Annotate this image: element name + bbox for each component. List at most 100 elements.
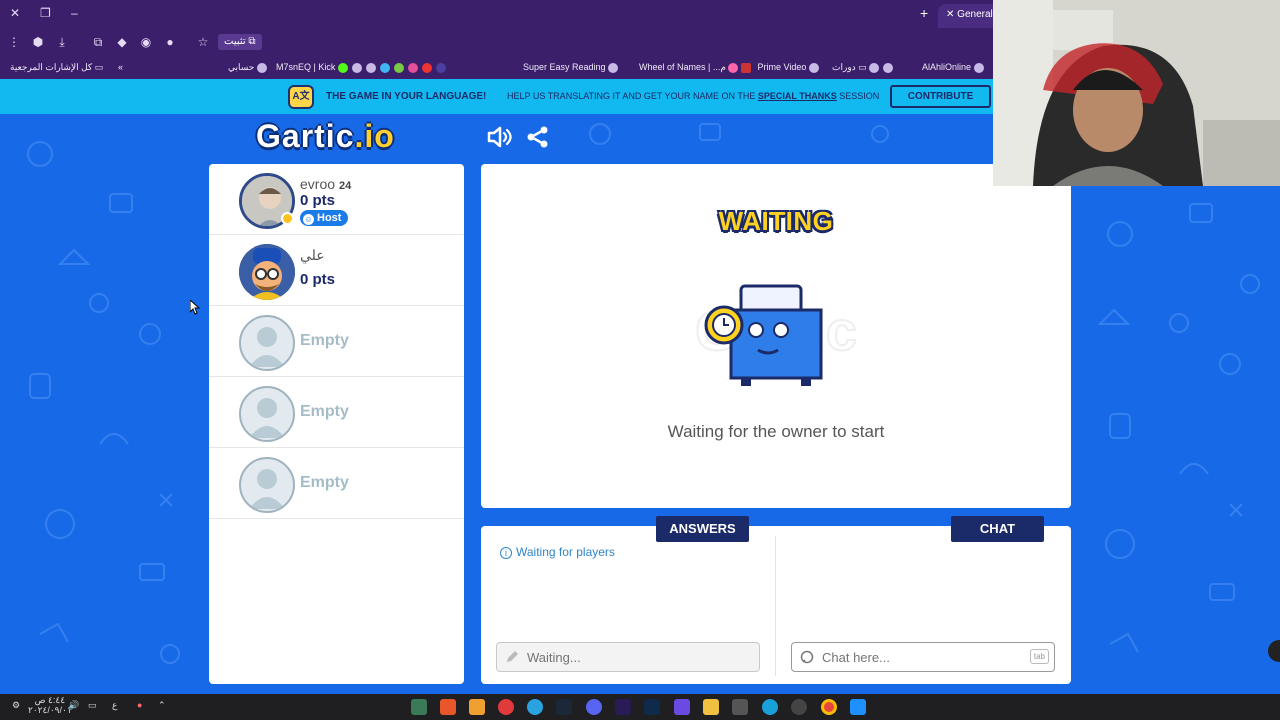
empty-avatar-icon: [239, 457, 295, 513]
tab-key-hint: tab: [1029, 649, 1049, 664]
bookmark-item[interactable]: Prime Video: [741, 62, 823, 73]
answers-status: i Waiting for players: [500, 545, 615, 559]
host-icon: ☺: [303, 214, 314, 225]
store-icon[interactable]: [732, 699, 748, 715]
chat-bubble-icon: [800, 650, 814, 664]
empty-slot: Empty: [209, 448, 464, 519]
menu-icon[interactable]: ⋮: [6, 34, 22, 50]
extension-icon-4[interactable]: ●: [162, 34, 178, 50]
minimize-window-icon[interactable]: –: [71, 6, 78, 20]
taskbar-app-icon[interactable]: [411, 699, 427, 715]
restore-window-icon[interactable]: ❐: [40, 6, 51, 20]
answers-tab[interactable]: ANSWERS: [656, 516, 749, 542]
avatar-ali: [239, 244, 295, 300]
photoshop-icon[interactable]: [644, 699, 660, 715]
bookmark-label: Super Easy Reading: [523, 62, 606, 72]
microphone-icon[interactable]: ●: [137, 700, 142, 710]
banner-text: HELP US TRANSLATING IT AND GET YOUR NAME…: [507, 91, 879, 101]
empty-slot: Empty: [209, 306, 464, 377]
discord-icon[interactable]: [586, 699, 602, 715]
bookmark-item[interactable]: M7snEQ | Kick: [276, 62, 352, 73]
player-row-host[interactable]: evroo 24 0 pts ☺ Host: [209, 164, 464, 235]
clock-date: ٢٠٢٤/٠٩/٠١: [28, 705, 72, 715]
volume-icon[interactable]: 🔊: [68, 700, 79, 711]
share-icon[interactable]: [525, 124, 551, 150]
extension-icon-2[interactable]: ◆: [114, 34, 130, 50]
host-label: Host: [317, 212, 342, 224]
bookmark-star-icon[interactable]: ☆: [195, 34, 211, 50]
empty-avatar-icon: [239, 315, 295, 371]
chat-tab[interactable]: CHAT: [951, 516, 1044, 542]
banner-headline: THE GAME IN YOUR LANGUAGE!: [326, 91, 487, 102]
bookmark-item[interactable]: Wheel of Names | ...م: [639, 62, 742, 73]
premiere-icon[interactable]: [615, 699, 631, 715]
logo-suffix: .io: [354, 118, 395, 154]
file-explorer-icon[interactable]: [703, 699, 719, 715]
extensions-puzzle-icon[interactable]: ⧉: [90, 34, 106, 50]
close-window-icon[interactable]: ✕: [10, 6, 20, 20]
bookmark-label: M7snEQ | Kick: [276, 62, 336, 72]
answers-chat-panel: ANSWERS CHAT i Waiting for players tab: [481, 516, 1071, 684]
bookmark-item[interactable]: AlAhliOnline: [922, 62, 988, 73]
game-panel: WAITING Gartic Waiting for the owner to …: [481, 164, 1071, 508]
extension-icon[interactable]: ⬢: [30, 34, 46, 50]
special-thanks-link[interactable]: SPECIAL THANKS: [758, 91, 837, 101]
empty-label: Empty: [300, 403, 349, 420]
bookmark-label: كل الإشارات المرجعية: [10, 62, 93, 72]
tab-close-icon[interactable]: ✕: [946, 9, 957, 20]
status-dot: [281, 212, 294, 225]
chat-input-box[interactable]: tab: [791, 642, 1055, 672]
taskbar: ⚙ ٤:٤٤ ص ٢٠٢٤/٠٩/٠١ 🔊 ▭ ع ● ⌃: [0, 694, 1280, 720]
waiting-mascot-illustration: Gartic: [694, 284, 858, 386]
bookmark-icons-group[interactable]: [352, 62, 450, 73]
taskbar-app-icon[interactable]: [498, 699, 514, 715]
tray-overflow-icon[interactable]: ⌃: [158, 700, 166, 711]
network-icon[interactable]: ▭: [88, 700, 97, 711]
chat-input[interactable]: [822, 648, 1022, 666]
bookmark-label: دورات: [832, 62, 856, 72]
answer-input[interactable]: [527, 648, 727, 666]
avatar-character-icon: [239, 244, 295, 300]
sound-icon[interactable]: [486, 124, 512, 150]
taskbar-app-icon[interactable]: [469, 699, 485, 715]
extension-icon-3[interactable]: ◉: [138, 34, 154, 50]
contribute-button[interactable]: CONTRIBUTE: [890, 85, 991, 108]
language-indicator[interactable]: ع: [112, 700, 117, 711]
bookmarks-overflow-icon[interactable]: «: [118, 62, 123, 72]
taskbar-app-icon[interactable]: [791, 699, 807, 715]
steam-icon[interactable]: [556, 699, 572, 715]
settings-tray-icon[interactable]: ⚙: [12, 700, 20, 711]
player-name: علي: [300, 247, 325, 263]
chrome-icon[interactable]: [821, 699, 837, 715]
answer-input-box[interactable]: [496, 642, 760, 672]
player-row[interactable]: علي 0 pts: [209, 235, 464, 306]
new-tab-button[interactable]: +: [920, 5, 928, 21]
mouse-cursor: [190, 300, 200, 315]
player-level: 24: [339, 180, 352, 192]
empty-label: Empty: [300, 474, 349, 491]
install-app-button[interactable]: تثبيت ⧉: [218, 34, 262, 50]
waiting-title: WAITING: [718, 206, 834, 236]
bookmark-label: Wheel of Names | ...م: [639, 62, 726, 72]
gartic-logo[interactable]: Gartic.io: [256, 118, 395, 155]
browser-tab-active[interactable]: ✕ General: [938, 4, 998, 28]
start-icon[interactable]: [850, 699, 866, 715]
player-points: 0 pts: [300, 271, 336, 288]
answers-status-text: Waiting for players: [516, 545, 615, 559]
bookmark-item[interactable]: دورات ▭: [832, 62, 897, 73]
bookmark-label: حسابي: [228, 62, 255, 72]
edge-icon[interactable]: [762, 699, 778, 715]
bookmark-item[interactable]: Super Easy Reading: [523, 62, 622, 73]
telegram-icon[interactable]: [527, 699, 543, 715]
bookmark-label: AlAhliOnline: [922, 62, 972, 72]
taskbar-app-icon[interactable]: [674, 699, 690, 715]
pencil-icon: [507, 651, 518, 662]
bookmark-all[interactable]: كل الإشارات المرجعية ▭: [10, 62, 103, 73]
brave-icon[interactable]: [440, 699, 456, 715]
download-icon[interactable]: ⤓: [54, 34, 70, 50]
logo-text: Gartic: [256, 118, 355, 154]
translate-icon: A文: [288, 85, 314, 109]
bookmark-item[interactable]: حسابي: [228, 62, 271, 73]
clock[interactable]: ٤:٤٤ ص ٢٠٢٤/٠٩/٠١: [28, 695, 72, 715]
install-label: تثبيت: [224, 36, 246, 47]
